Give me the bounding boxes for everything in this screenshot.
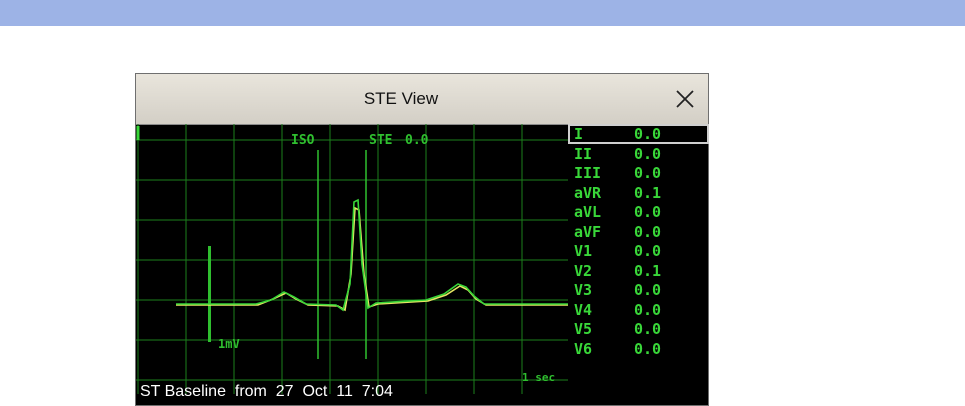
lead-row-ii[interactable]: II 0.0 [568,144,709,164]
lead-name: III [574,164,602,182]
lead-name: V5 [574,320,593,338]
lead-row-v4[interactable]: V4 0.0 [568,300,709,320]
ecg-current-trace [176,198,568,312]
lead-name: V6 [574,339,593,358]
lead-st-value: 0.0 [634,242,662,260]
lead-row-avf[interactable]: aVF 0.0 [568,222,709,242]
lead-name: II [574,144,593,163]
lead-st-value: 0.0 [634,144,662,163]
lead-name: V4 [574,300,593,319]
lead-st-value: 0.0 [634,164,662,182]
lead-values-list: I 0.0 II 0.0 III 0.0 aVR 0.1 aVL 0.0 aVF 0.0 V1 0.0 V2… [568,124,709,358]
lead-st-value: 0.0 [634,222,662,241]
iso-label: ISO [291,133,315,148]
lead-row-iii[interactable]: III 0.0 [568,163,709,183]
lead-name: aVL [574,203,602,221]
ecg-baseline-trace [176,206,568,312]
lead-st-value: 0.0 [634,125,662,143]
lead-row-i[interactable]: I 0.0 [568,124,709,144]
calibration-pulse [208,246,211,342]
time-scale-label: 1 sec [522,371,555,384]
lead-name: I [574,125,584,143]
lead-name: V2 [574,261,593,280]
lead-row-v6[interactable]: V6 0.0 [568,339,709,359]
lead-st-value: 0.1 [634,261,662,280]
lead-st-value: 0.0 [634,339,662,358]
ste-label: STE [369,133,392,148]
lead-st-value: 0.0 [634,281,662,299]
lead-name: V1 [574,242,593,260]
lead-row-avr[interactable]: aVR 0.1 [568,183,709,203]
lead-name: V3 [574,281,593,299]
window-titlebar: STE View [136,74,708,125]
ste-view-window: STE View ISO STE 0.0 1mV 1 sec I 0.0 II 0.0… [135,73,709,406]
lead-row-v1[interactable]: V1 0.0 [568,241,709,261]
lead-st-value: 0.1 [634,183,662,202]
calibration-label: 1mV [218,337,240,351]
window-title: STE View [363,89,439,108]
lead-row-v3[interactable]: V3 0.0 [568,280,709,300]
close-button[interactable] [666,80,704,118]
lead-st-value: 0.0 [634,203,662,221]
close-icon [676,90,694,108]
lead-name: aVF [574,222,602,241]
lead-row-avl[interactable]: aVL 0.0 [568,202,709,222]
lead-st-value: 0.0 [634,300,662,319]
lead-row-v5[interactable]: V5 0.0 [568,319,709,339]
st-baseline-text: ST Baseline from 27 Oct 11 7:04 [140,383,393,400]
ste-value: 0.0 [405,133,429,148]
lead-st-value: 0.0 [634,320,662,338]
ecg-display: ISO STE 0.0 1mV 1 sec I 0.0 II 0.0 III 0.0 aVR… [136,124,709,406]
lead-name: aVR [574,183,602,202]
lead-row-v2[interactable]: V2 0.1 [568,261,709,281]
top-header-bar [0,0,965,26]
